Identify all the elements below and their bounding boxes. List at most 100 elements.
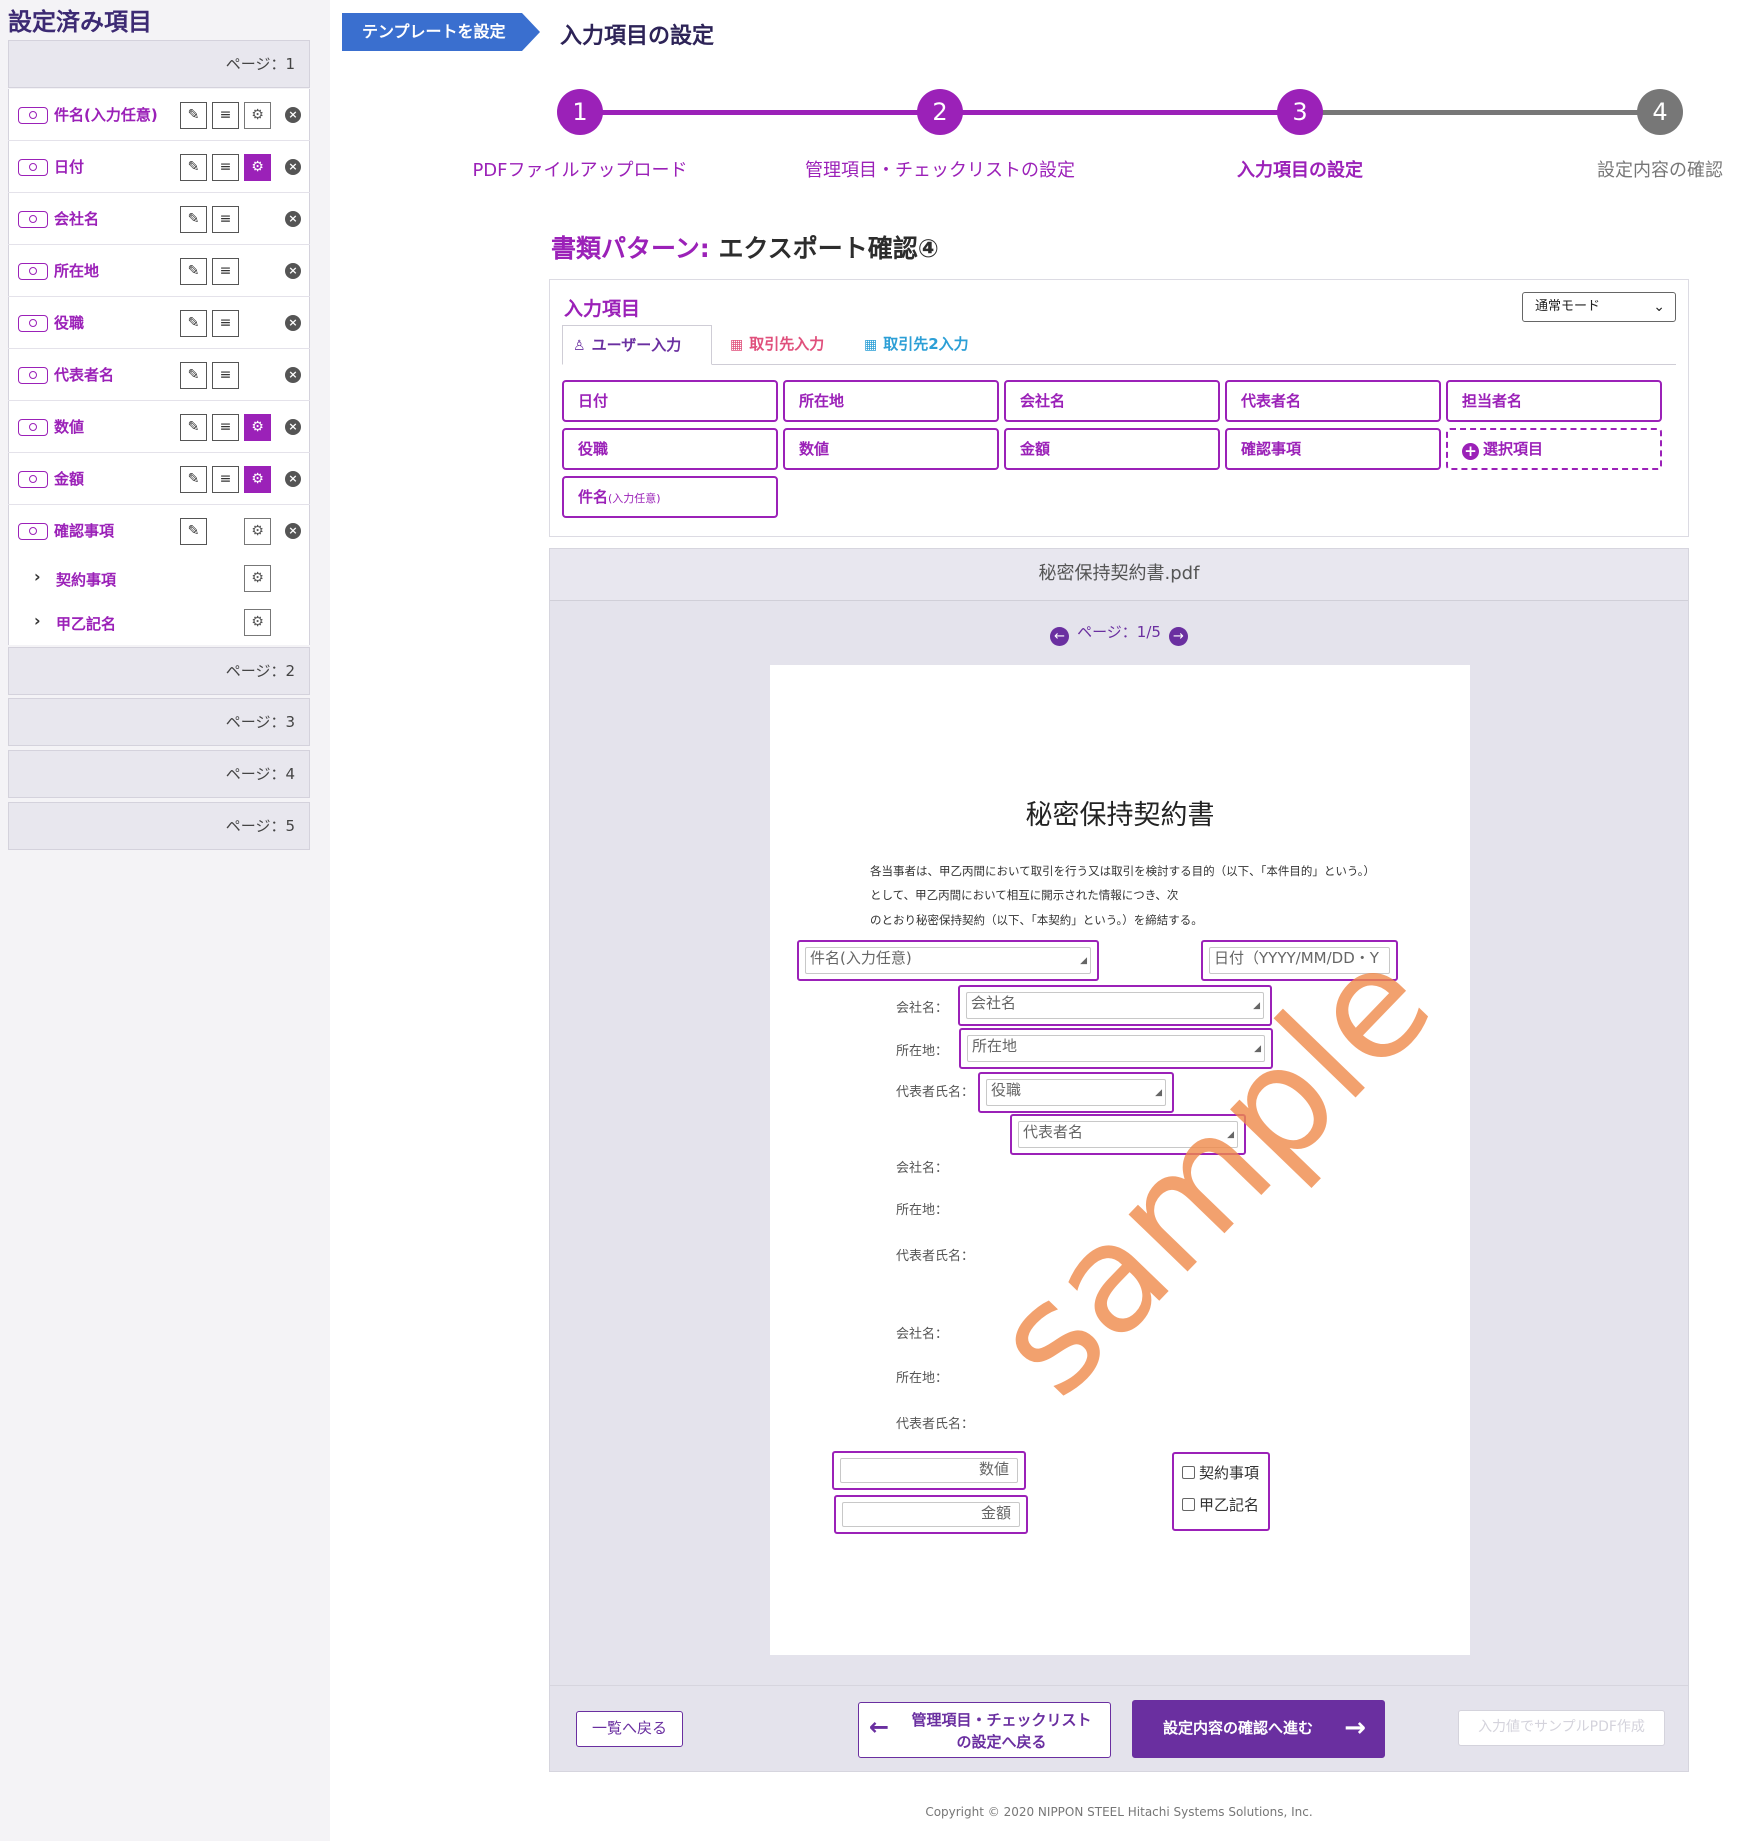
edit-icon[interactable]: ✎	[180, 310, 207, 337]
placed-field-input[interactable]: 会社名 ◢	[966, 992, 1264, 1019]
checkbox-signature[interactable]: 甲乙記名	[1182, 1494, 1259, 1515]
edit-icon[interactable]: ✎	[180, 362, 207, 389]
close-icon[interactable]: ×	[285, 419, 301, 435]
field-representative[interactable]: 代表者名	[1225, 380, 1441, 422]
placed-field-number[interactable]: 数値	[832, 1451, 1026, 1490]
tab-client2-input[interactable]: ▦ 取引先2入力	[854, 325, 994, 365]
edit-icon[interactable]: ✎	[180, 154, 207, 181]
placed-field-subject[interactable]: 件名(入力任意) ◢	[797, 940, 1099, 981]
page-header-3[interactable]: ページ：3	[8, 698, 310, 746]
label-representative: 代表者氏名：	[896, 1085, 975, 1100]
checkbox-icon[interactable]	[1182, 1498, 1195, 1511]
gear-icon[interactable]: ⚙	[244, 414, 271, 441]
edit-icon[interactable]: ✎	[180, 258, 207, 285]
tab-user-input[interactable]: ♙ ユーザー入力	[562, 325, 712, 365]
mode-select[interactable]: 通常モード ⌄	[1522, 292, 1676, 322]
field-number[interactable]: 数値	[783, 428, 999, 470]
field-address[interactable]: 所在地	[783, 380, 999, 422]
field-confirmation[interactable]: 確認事項	[1225, 428, 1441, 470]
chevron-right-icon[interactable]: ›	[34, 611, 41, 630]
sidebar-item[interactable]: 代表者名 ✎ ≡ ×	[8, 349, 310, 401]
align-left-icon[interactable]: ≡	[212, 154, 239, 181]
page-header-5[interactable]: ページ：5	[8, 802, 310, 850]
field-person-in-charge[interactable]: 担当者名	[1446, 380, 1662, 422]
gear-icon[interactable]: ⚙	[244, 518, 271, 545]
align-right-icon[interactable]: ≡	[212, 414, 239, 441]
close-icon[interactable]: ×	[285, 263, 301, 279]
close-icon[interactable]: ×	[285, 159, 301, 175]
align-left-icon[interactable]: ≡	[212, 362, 239, 389]
gear-icon[interactable]: ⚙	[244, 565, 271, 592]
back-to-step2-button[interactable]: ← 管理項目・チェックリスト の設定へ戻る	[858, 1702, 1111, 1758]
edit-icon[interactable]: ✎	[180, 414, 207, 441]
edit-icon[interactable]: ✎	[180, 518, 207, 545]
sidebar-item[interactable]: 確認事項 ✎ ⚙ ×	[8, 505, 310, 557]
sidebar-item[interactable]: 日付 ✎ ≡ ⚙ ×	[8, 141, 310, 193]
sidebar-item[interactable]: 役職 ✎ ≡ ×	[8, 297, 310, 349]
tab-label: 取引先2入力	[883, 335, 969, 353]
tab-client-input[interactable]: ▦ 取引先入力	[720, 325, 850, 365]
placed-field-input[interactable]: 金額	[842, 1502, 1020, 1527]
breadcrumb-template-setting[interactable]: テンプレートを設定	[342, 13, 540, 51]
gear-icon[interactable]: ⚙	[244, 102, 271, 129]
close-icon[interactable]: ×	[285, 523, 301, 539]
document-paragraph: 各当事者は、甲乙丙間において取引を行う又は取引を検討する目的（以下、「本件目的」…	[870, 864, 1375, 878]
placed-field-text: 会社名	[971, 994, 1017, 1012]
align-left-icon[interactable]: ≡	[212, 258, 239, 285]
arrow-right-icon[interactable]: →	[1168, 627, 1188, 646]
align-left-icon[interactable]: ≡	[212, 102, 239, 129]
placed-field-amount[interactable]: 金額	[834, 1495, 1028, 1534]
gear-icon[interactable]: ⚙	[244, 609, 271, 636]
field-position[interactable]: 役職	[562, 428, 778, 470]
sidebar: 設定済み項目 ページ：1 件名(入力任意) ✎ ≡ ⚙ × 日付 ✎ ≡ ⚙ ×…	[0, 0, 330, 1841]
placed-field-company[interactable]: 会社名 ◢	[958, 985, 1272, 1026]
input-items-panel: 入力項目 通常モード ⌄ ♙ ユーザー入力 ▦ 取引先入力 ▦ 取引先2入力 日付 所…	[549, 279, 1689, 537]
field-company[interactable]: 会社名	[1004, 380, 1220, 422]
placed-field-position[interactable]: 役職 ◢	[978, 1072, 1174, 1113]
checkbox-icon[interactable]	[1182, 1466, 1195, 1479]
edit-icon[interactable]: ✎	[180, 102, 207, 129]
label-company: 会社名：	[896, 1001, 949, 1016]
edit-icon[interactable]: ✎	[180, 466, 207, 493]
close-icon[interactable]: ×	[285, 211, 301, 227]
close-icon[interactable]: ×	[285, 315, 301, 331]
page-header-1[interactable]: ページ：1	[8, 40, 310, 88]
sidebar-subitem[interactable]: › 甲乙記名 ⚙	[8, 601, 310, 645]
field-select-item[interactable]: + 選択項目	[1446, 428, 1662, 470]
placed-field-input[interactable]: 数値	[840, 1458, 1018, 1483]
gear-icon[interactable]: ⚙	[244, 154, 271, 181]
gear-icon[interactable]: ⚙	[244, 466, 271, 493]
user-icon	[18, 315, 48, 332]
user-icon	[18, 471, 48, 488]
sidebar-item[interactable]: 金額 ✎ ≡ ⚙ ×	[8, 453, 310, 505]
close-icon[interactable]: ×	[285, 367, 301, 383]
placed-field-input[interactable]: 役職 ◢	[986, 1079, 1166, 1106]
label-representative: 代表者氏名：	[896, 1417, 975, 1432]
field-date[interactable]: 日付	[562, 380, 778, 422]
field-amount[interactable]: 金額	[1004, 428, 1220, 470]
proceed-to-confirm-button[interactable]: 設定内容の確認へ進む →	[1132, 1700, 1385, 1758]
page-header-4[interactable]: ページ：4	[8, 750, 310, 798]
field-subject[interactable]: 件名(入力任意)	[562, 476, 778, 518]
close-icon[interactable]: ×	[285, 107, 301, 123]
placed-field-checkbox-group[interactable]: 契約事項 甲乙記名	[1172, 1452, 1270, 1531]
sidebar-subitem[interactable]: › 契約事項 ⚙	[8, 557, 310, 601]
sidebar-item[interactable]: 会社名 ✎ ≡ ×	[8, 193, 310, 245]
align-left-icon[interactable]: ≡	[212, 310, 239, 337]
sidebar-item[interactable]: 数値 ✎ ≡ ⚙ ×	[8, 401, 310, 453]
checkbox-contract[interactable]: 契約事項	[1182, 1462, 1259, 1483]
sidebar-item[interactable]: 所在地 ✎ ≡ ×	[8, 245, 310, 297]
back-to-list-button[interactable]: 一覧へ戻る	[576, 1711, 683, 1747]
arrow-left-icon[interactable]: ←	[1050, 627, 1070, 646]
align-left-icon[interactable]: ≡	[212, 206, 239, 233]
page-header-2[interactable]: ページ：2	[8, 647, 310, 695]
chevron-right-icon[interactable]: ›	[34, 567, 41, 586]
placed-field-input[interactable]: 件名(入力任意) ◢	[805, 947, 1091, 974]
close-icon[interactable]: ×	[285, 471, 301, 487]
edit-icon[interactable]: ✎	[180, 206, 207, 233]
chevron-down-icon: ⌄	[1653, 299, 1665, 315]
align-right-icon[interactable]: ≡	[212, 466, 239, 493]
create-sample-pdf-button[interactable]: 入力値でサンプルPDF作成	[1458, 1710, 1665, 1746]
sidebar-item[interactable]: 件名(入力任意) ✎ ≡ ⚙ ×	[8, 89, 310, 141]
placed-field-text: 代表者名	[1023, 1123, 1084, 1141]
